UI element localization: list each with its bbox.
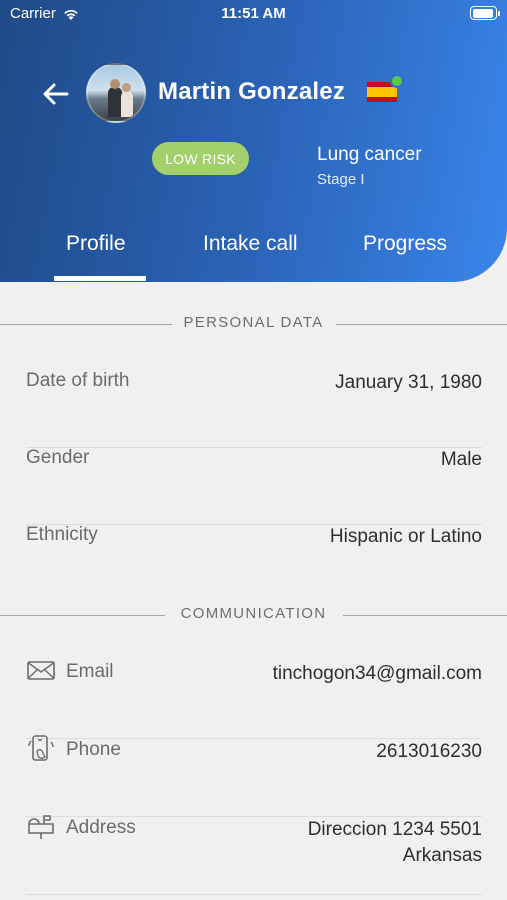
diagnosis-label: Lung cancer [317,144,422,165]
phone-row[interactable]: Phone 2613016230 [26,735,482,817]
section-title: PERSONAL DATA [183,314,324,331]
status-bar: Carrier 11:51 AM [0,0,507,28]
address-row[interactable]: Address Direccion 1234 5501 Arkansas [26,815,482,895]
stage-label: Stage I [317,171,365,188]
tab-intake-call[interactable]: Intake call [203,232,298,256]
risk-badge: LOW RISK [152,142,249,175]
row-label: Address [66,817,136,838]
divider [26,894,482,895]
email-value[interactable]: tinchogon34@gmail.com [273,661,482,687]
back-button[interactable] [38,76,74,112]
row-label: Phone [66,739,121,760]
ethnicity-row: Ethnicity Hispanic or Latino [26,524,482,602]
phone-icon [28,735,54,761]
arrow-left-icon [43,83,69,105]
row-label: Ethnicity [26,524,98,545]
battery-icon [470,6,500,20]
avatar [86,63,146,123]
envelope-icon [27,661,55,680]
address-line-1: Direccion 1234 5501 [307,819,482,840]
row-value: Male [440,449,482,470]
address-value[interactable]: Direccion 1234 5501 Arkansas [308,817,482,869]
communication-section-header: COMMUNICATION [0,605,507,625]
tab-profile[interactable]: Profile [66,232,126,256]
personal-data-section-header: PERSONAL DATA [0,314,507,334]
email-row[interactable]: Email tinchogon34@gmail.com [26,661,482,739]
status-time: 11:51 AM [221,5,286,22]
date-of-birth-row: Date of birth January 31, 1980 [26,370,482,448]
gender-row: Gender Male [26,447,482,525]
patient-name: Martin Gonzalez [158,78,346,105]
phone-value[interactable]: 2613016230 [376,739,482,765]
mailbox-icon [28,815,54,839]
row-label: Email [66,661,114,682]
tab-progress[interactable]: Progress [363,232,447,256]
section-title: COMMUNICATION [180,605,327,622]
online-status-dot [390,74,404,88]
row-label: Gender [26,447,90,468]
row-value: January 31, 1980 [335,372,482,393]
row-label: Date of birth [26,370,130,391]
active-tab-indicator [54,276,146,281]
address-line-2: Arkansas [402,845,482,866]
row-value: Hispanic or Latino [329,526,482,547]
patient-header: Carrier 11:51 AM Martin Gonzalez LOW RIS… [0,0,507,282]
